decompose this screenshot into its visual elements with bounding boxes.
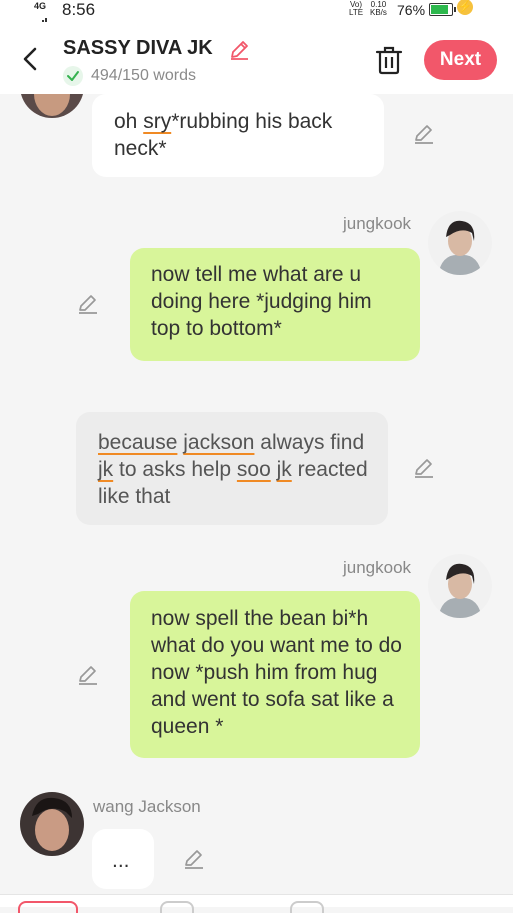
message-bubble[interactable]: ... bbox=[92, 829, 154, 889]
message-text: ... bbox=[112, 849, 130, 872]
volte-indicator: Vo) LTE bbox=[349, 0, 364, 17]
edit-message-button[interactable] bbox=[76, 663, 100, 687]
narration-bubble[interactable]: because jackson always find jk to asks h… bbox=[76, 412, 388, 525]
message-text: now tell me what are u doing here *judgi… bbox=[151, 263, 372, 340]
story-title: SASSY DIVA JK bbox=[63, 37, 213, 59]
status-bar: 4G 8:56 Vo) LTE 0.10 KB/s 76% ⚡ bbox=[0, 0, 513, 27]
pencil-icon bbox=[415, 459, 433, 478]
message-text: because jackson always find jk to asks h… bbox=[98, 431, 368, 508]
battery-icon bbox=[429, 3, 456, 16]
edit-title-button[interactable] bbox=[228, 39, 250, 66]
pencil-icon bbox=[79, 295, 97, 314]
chevron-left-icon bbox=[23, 47, 37, 71]
edit-message-button[interactable] bbox=[182, 847, 206, 871]
avatar-jackson[interactable] bbox=[20, 792, 84, 856]
pencil-icon bbox=[415, 125, 433, 144]
trash-icon bbox=[375, 46, 403, 75]
clock: 8:56 bbox=[62, 0, 96, 19]
network-speed: 0.10 KB/s bbox=[370, 0, 387, 17]
avatar-jungkook[interactable] bbox=[428, 211, 492, 275]
sender-name: wang Jackson bbox=[93, 797, 201, 816]
avatar-jackson[interactable] bbox=[20, 94, 84, 118]
message-text: now spell the bean bi*h what do you want… bbox=[151, 607, 402, 738]
message-bubble[interactable]: now spell the bean bi*h what do you want… bbox=[130, 591, 420, 758]
edit-message-button[interactable] bbox=[412, 456, 436, 480]
edit-message-button[interactable] bbox=[412, 122, 436, 146]
delete-button[interactable] bbox=[375, 45, 403, 80]
back-button[interactable] bbox=[14, 42, 48, 76]
toolbar-tab[interactable] bbox=[290, 901, 324, 913]
toolbar-tab[interactable] bbox=[160, 901, 194, 913]
word-count: 494/150 words bbox=[91, 67, 196, 84]
message-bubble[interactable]: now tell me what are u doing here *judgi… bbox=[130, 248, 420, 361]
sender-name: jungkook bbox=[343, 214, 412, 233]
pencil-icon bbox=[231, 41, 248, 60]
battery-percent: 76% bbox=[397, 2, 426, 18]
message-text: oh sry*rubbing his back neck* bbox=[114, 110, 333, 160]
chat-thread[interactable]: oh sry*rubbing his back neck* jungkook n… bbox=[0, 94, 513, 894]
pencil-icon bbox=[79, 666, 97, 685]
toolbar-tab[interactable] bbox=[18, 901, 78, 913]
charging-icon: ⚡ bbox=[457, 0, 473, 15]
pencil-icon bbox=[185, 850, 203, 869]
next-button[interactable]: Next bbox=[424, 40, 497, 80]
check-icon bbox=[63, 66, 83, 86]
bottom-toolbar bbox=[0, 894, 513, 913]
edit-message-button[interactable] bbox=[76, 292, 100, 316]
avatar-jungkook[interactable] bbox=[428, 554, 492, 618]
message-bubble[interactable]: oh sry*rubbing his back neck* bbox=[92, 94, 384, 177]
story-header: SASSY DIVA JK 494/150 words Next bbox=[0, 22, 513, 94]
sender-name: jungkook bbox=[343, 558, 412, 577]
